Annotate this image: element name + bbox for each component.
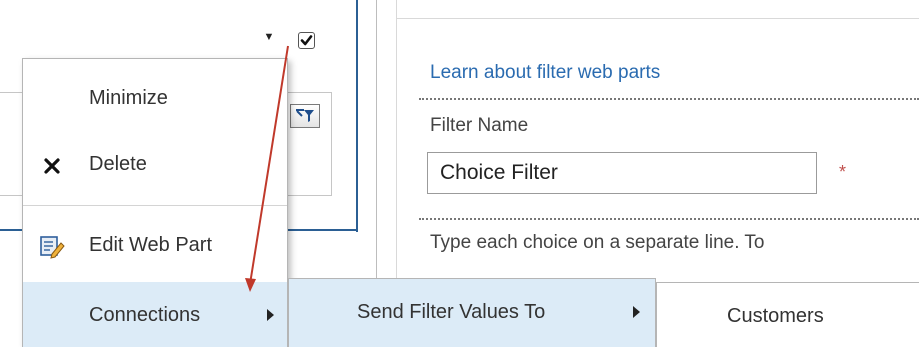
tool-pane-top-border xyxy=(397,18,919,19)
menu-item-delete[interactable]: Delete xyxy=(23,135,287,193)
choices-help-text: Type each choice on a separate line. To xyxy=(430,232,765,253)
web-part-context-menu: Minimize Delete Edit Web Part Connection… xyxy=(22,58,288,347)
learn-about-filter-web-parts-link[interactable]: Learn about filter web parts xyxy=(430,62,660,84)
filter-button[interactable] xyxy=(290,104,320,128)
menu-item-label: Delete xyxy=(89,153,147,175)
menu-item-minimize[interactable]: Minimize xyxy=(23,69,287,127)
dotted-divider xyxy=(419,98,919,100)
required-marker: * xyxy=(839,162,847,182)
filter-name-input[interactable] xyxy=(427,152,817,194)
menu-separator xyxy=(23,205,287,206)
menu-item-connections[interactable]: Connections xyxy=(23,282,287,347)
dotted-divider xyxy=(419,218,919,220)
menu-item-edit-web-part[interactable]: Edit Web Part xyxy=(23,216,287,274)
submenu-arrow-icon xyxy=(267,309,274,321)
edit-web-part-icon xyxy=(40,236,65,259)
web-part-border-right xyxy=(356,0,358,232)
menu-item-label: Send Filter Values To xyxy=(357,301,546,323)
menu-item-send-filter-values-to[interactable]: Send Filter Values To xyxy=(289,279,655,347)
menu-item-label: Customers xyxy=(727,305,824,327)
send-filter-values-submenu: Customers xyxy=(656,282,919,347)
connections-submenu: Send Filter Values To xyxy=(288,278,656,347)
web-part-select-checkbox[interactable] xyxy=(298,32,315,49)
menu-item-label: Minimize xyxy=(89,87,168,109)
dropdown-arrow-icon[interactable]: ▼ xyxy=(262,30,276,44)
filter-name-label: Filter Name xyxy=(430,115,529,136)
menu-item-label: Edit Web Part xyxy=(89,234,213,256)
checkmark-icon xyxy=(300,35,313,46)
menu-item-customers[interactable]: Customers xyxy=(657,283,919,347)
filter-icon xyxy=(296,109,314,122)
close-icon xyxy=(44,158,60,174)
submenu-arrow-icon xyxy=(633,306,640,318)
menu-item-label: Connections xyxy=(89,304,201,326)
